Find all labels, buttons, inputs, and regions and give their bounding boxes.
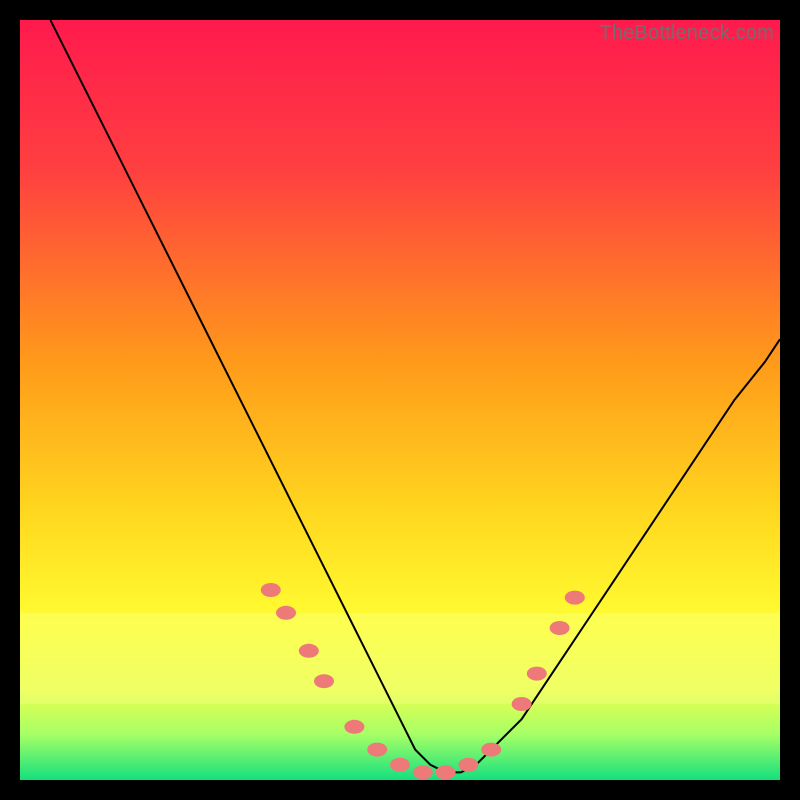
curve-marker xyxy=(436,765,456,779)
curve-marker xyxy=(314,674,334,688)
curve-marker xyxy=(299,644,319,658)
curve-marker xyxy=(512,697,532,711)
curve-marker xyxy=(261,583,281,597)
curve-marker xyxy=(527,667,547,681)
curve-marker xyxy=(413,765,433,779)
curve-marker xyxy=(458,758,478,772)
highlight-bands xyxy=(20,613,780,704)
curve-marker xyxy=(390,758,410,772)
curve-marker xyxy=(550,621,570,635)
curve-marker xyxy=(367,743,387,757)
chart-svg xyxy=(20,20,780,780)
curve-marker xyxy=(344,720,364,734)
chart-frame: TheBottleneck.com xyxy=(20,20,780,780)
watermark-text: TheBottleneck.com xyxy=(599,22,774,45)
curve-marker xyxy=(481,743,501,757)
curve-marker xyxy=(565,591,585,605)
highlight-band xyxy=(20,613,780,704)
curve-marker xyxy=(276,606,296,620)
